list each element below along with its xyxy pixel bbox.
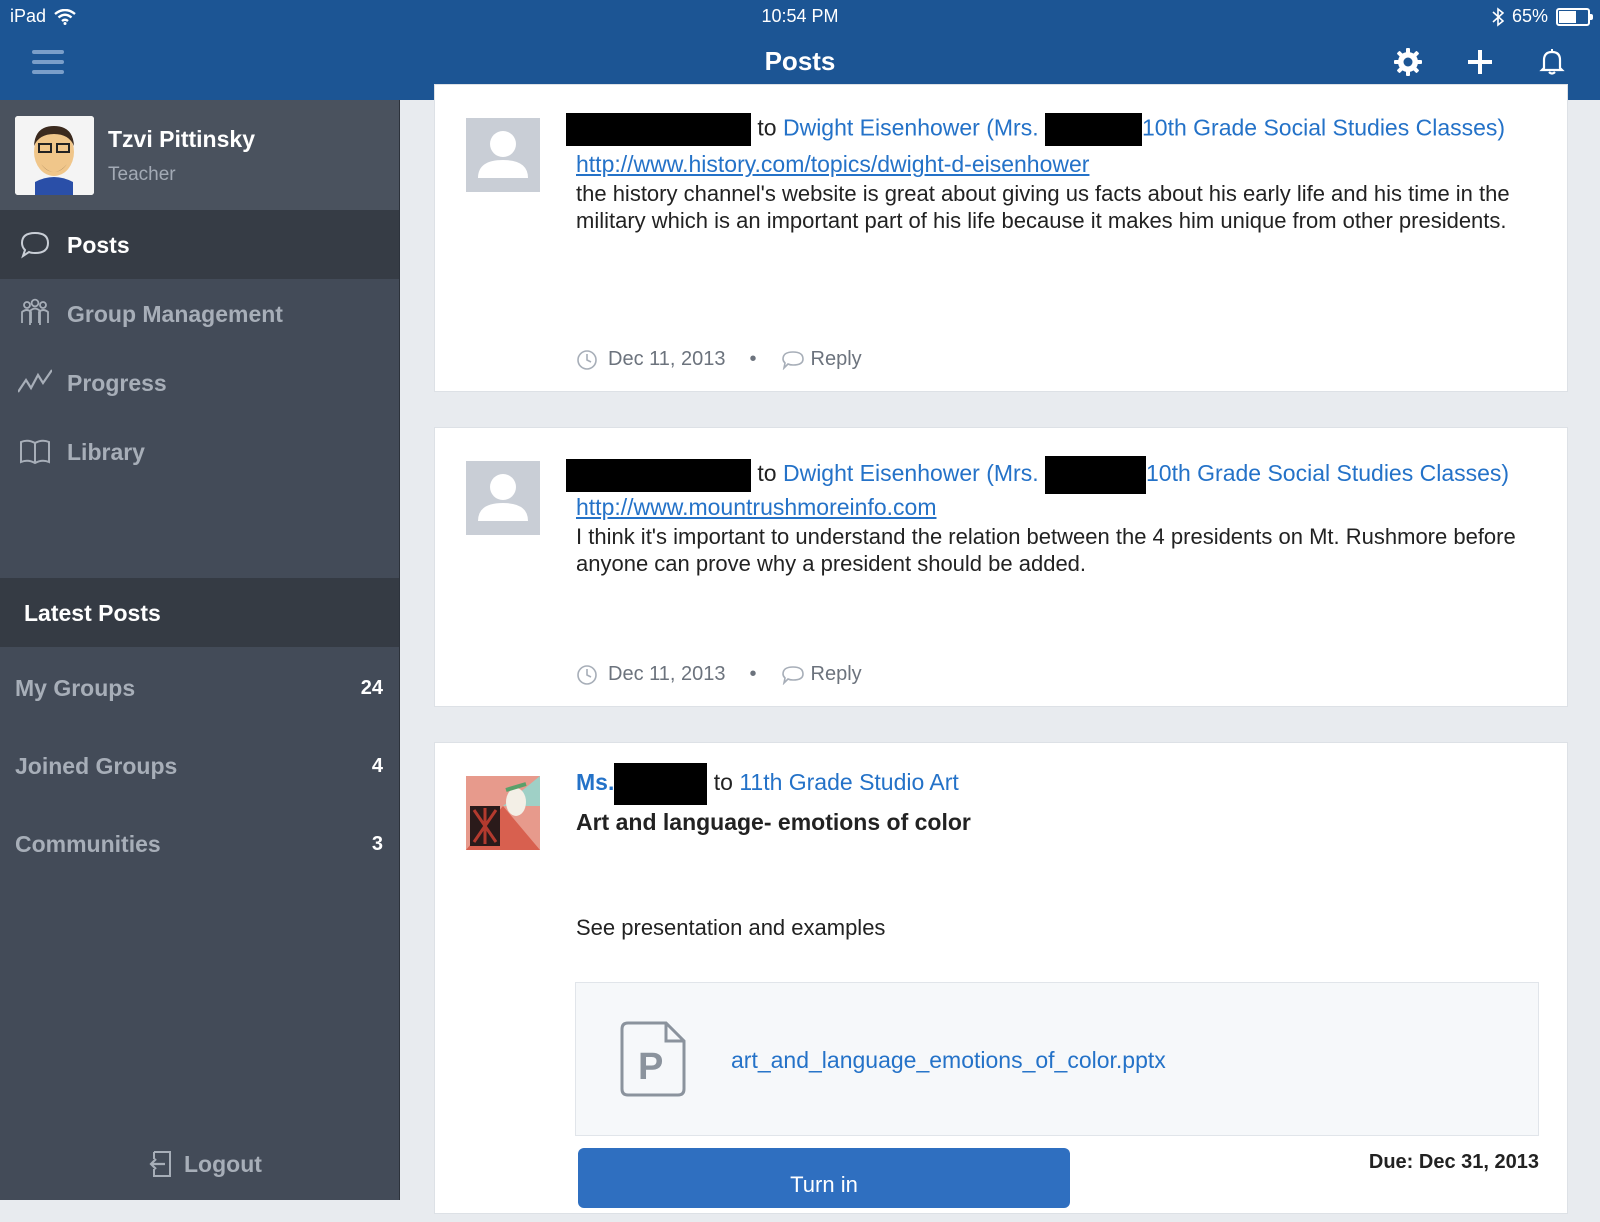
post-body: the history channel's website is great a… (576, 181, 1510, 233)
section-title: Latest Posts (24, 600, 161, 626)
presentation-file-icon: P (620, 1021, 686, 1097)
speech-bubble-icon (781, 350, 804, 370)
clock-icon (577, 349, 597, 370)
group-count: 24 (360, 677, 383, 699)
to-label: to (757, 114, 777, 141)
post-header: to Dwight Eisenhower (Mrs. 10th Grade So… (566, 113, 1505, 146)
avatar (466, 776, 540, 850)
sidebar-item-group-management[interactable]: Group Management (0, 279, 399, 348)
due-date: Due: Dec 31, 2013 (1368, 1151, 1539, 1173)
post-meta: Dec 11, 2013 • Reply (576, 663, 862, 686)
redacted-author (566, 113, 751, 146)
separator-dot: • (749, 663, 757, 685)
group-count: 3 (371, 833, 383, 855)
author-name[interactable]: Ms. (576, 769, 614, 795)
post-date: Dec 11, 2013 (608, 348, 726, 370)
sidebar-item-library[interactable]: Library (0, 417, 399, 486)
latest-posts-header: Latest Posts (0, 578, 399, 647)
page-title: Posts (764, 46, 836, 76)
gear-icon[interactable] (1392, 46, 1424, 78)
group-label: My Groups (15, 675, 136, 701)
reply-button[interactable]: Reply (781, 348, 862, 371)
attachment-card[interactable]: P art_and_language_emotions_of_color.ppt… (575, 982, 1539, 1136)
logout-button[interactable]: Logout (148, 1150, 262, 1178)
speech-bubble-icon (20, 231, 50, 259)
post-header: to Dwight Eisenhower (Mrs. 10th Grade So… (566, 456, 1509, 494)
to-label: to (757, 460, 777, 487)
turn-in-button[interactable]: Turn in (578, 1148, 1070, 1208)
battery-icon (1556, 7, 1593, 26)
post-card: Ms. to 11th Grade Studio Art Art and lan… (434, 742, 1568, 1214)
book-icon (20, 439, 50, 465)
profile-name: Tzvi Pittinsky (108, 126, 255, 152)
post-header: Ms. to 11th Grade Studio Art (566, 763, 959, 805)
sidebar-item-my-groups[interactable]: My Groups 24 (0, 657, 399, 717)
group-icon (21, 298, 49, 325)
battery-percent: 65% (1511, 6, 1548, 26)
reply-label: Reply (810, 663, 862, 685)
redacted-name (614, 763, 708, 805)
plus-icon[interactable] (1464, 46, 1496, 78)
group-label: Communities (15, 831, 161, 857)
group-link[interactable]: 10th Grade Social Studies Classes) (1146, 460, 1509, 486)
status-time: 10:54 PM (761, 6, 839, 26)
group-count: 4 (371, 755, 383, 777)
avatar (466, 461, 540, 535)
post-card: to Dwight Eisenhower (Mrs. 10th Grade So… (434, 84, 1568, 392)
group-link[interactable]: 11th Grade Studio Art (739, 769, 959, 795)
profile-role: Teacher (108, 164, 176, 185)
avatar (15, 116, 94, 195)
sidebar-item-communities[interactable]: Communities 3 (0, 813, 399, 873)
svg-text:P: P (638, 1046, 663, 1088)
sidebar-item-posts[interactable]: Posts (0, 210, 399, 279)
post-url[interactable]: http://www.history.com/topics/dwight-d-e… (576, 151, 1089, 178)
sidebar: Tzvi Pittinsky Teacher Posts Group Manag… (0, 100, 400, 1200)
sidebar-item-joined-groups[interactable]: Joined Groups 4 (0, 735, 399, 795)
redacted-name (1045, 456, 1146, 494)
group-link[interactable]: Dwight Eisenhower (Mrs. (783, 460, 1039, 486)
group-label: Joined Groups (15, 753, 178, 779)
post-title: Art and language- emotions of color (576, 809, 971, 835)
speech-bubble-icon (781, 665, 804, 685)
avatar (466, 118, 540, 192)
sidebar-item-progress[interactable]: Progress (0, 348, 399, 417)
post-meta: Dec 11, 2013 • Reply (576, 348, 862, 371)
group-link[interactable]: Dwight Eisenhower (Mrs. (783, 115, 1039, 141)
reply-button[interactable]: Reply (781, 663, 862, 686)
status-bar: iPad 10:54 PM 65% (0, 0, 1600, 32)
to-label: to (713, 769, 733, 796)
group-link[interactable]: 10th Grade Social Studies Classes) (1142, 115, 1505, 141)
bell-icon[interactable] (1536, 46, 1568, 78)
sidebar-item-label: Group Management (67, 301, 283, 327)
post-date: Dec 11, 2013 (608, 663, 726, 685)
sidebar-item-label: Posts (67, 232, 130, 258)
profile-header[interactable]: Tzvi Pittinsky Teacher (0, 100, 399, 210)
sidebar-item-label: Library (67, 439, 145, 465)
post-card: to Dwight Eisenhower (Mrs. 10th Grade So… (434, 427, 1568, 707)
redacted-name (1045, 113, 1142, 146)
logout-label: Logout (184, 1150, 262, 1177)
post-body: I think it's important to understand the… (576, 524, 1516, 576)
separator-dot: • (749, 348, 757, 370)
clock-icon (577, 664, 597, 685)
post-body: See presentation and examples (576, 915, 886, 940)
sidebar-item-label: Progress (67, 370, 167, 396)
reply-label: Reply (810, 348, 862, 370)
attachment-filename: art_and_language_emotions_of_color.pptx (731, 1047, 1166, 1073)
post-url[interactable]: http://www.mountrushmoreinfo.com (576, 494, 936, 521)
bluetooth-icon (1492, 6, 1504, 27)
chart-line-icon (18, 369, 52, 393)
redacted-author (566, 458, 751, 492)
logout-icon (149, 1151, 171, 1177)
